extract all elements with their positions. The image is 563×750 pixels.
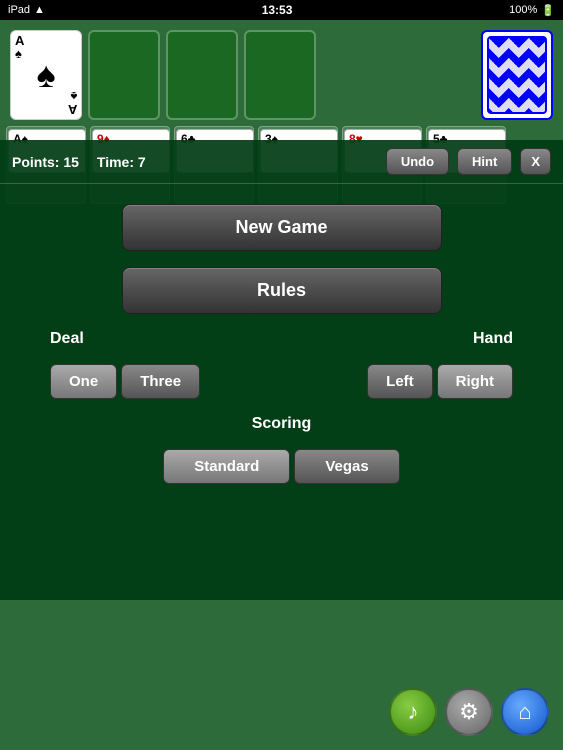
device-label: iPad bbox=[8, 4, 30, 16]
deck-card[interactable] bbox=[481, 30, 553, 120]
overlay-panel: Points: 15 Time: 7 Undo Hint X New Game … bbox=[0, 140, 563, 600]
three-button[interactable]: Three bbox=[121, 364, 200, 399]
status-time: 13:53 bbox=[262, 3, 293, 17]
new-game-button[interactable]: New Game bbox=[122, 204, 442, 251]
left-right-group: Left Right bbox=[367, 364, 513, 399]
right-button[interactable]: Right bbox=[437, 364, 513, 399]
status-bar: iPad ▲ 13:53 100% 🔋 bbox=[0, 0, 563, 20]
joker-inner bbox=[487, 36, 547, 114]
rules-button[interactable]: Rules bbox=[122, 267, 442, 314]
standard-button[interactable]: Standard bbox=[163, 449, 290, 484]
music-icon: ♪ bbox=[408, 699, 419, 725]
one-button[interactable]: One bbox=[50, 364, 117, 399]
undo-button[interactable]: Undo bbox=[386, 148, 449, 175]
time-display: Time: 7 bbox=[97, 154, 378, 170]
deal-hand-group: Hand bbox=[389, 330, 513, 348]
settings-button[interactable]: ⚙ bbox=[445, 688, 493, 736]
deal-label: Deal bbox=[50, 330, 84, 348]
top-row: A♠ ♠ A♠ bbox=[0, 20, 563, 126]
home-icon: ⌂ bbox=[518, 699, 531, 725]
card-bottom-right-0: A♠ bbox=[68, 90, 77, 116]
battery-label: 100% bbox=[509, 4, 537, 16]
one-three-group: One Three bbox=[50, 364, 200, 399]
foundation-3[interactable] bbox=[244, 30, 316, 120]
points-display: Points: 15 bbox=[12, 154, 79, 170]
wrench-icon: ⚙ bbox=[459, 699, 479, 725]
left-button[interactable]: Left bbox=[367, 364, 433, 399]
foundation-2[interactable] bbox=[166, 30, 238, 120]
status-left: iPad ▲ bbox=[8, 4, 45, 16]
battery-icon: 🔋 bbox=[541, 4, 555, 17]
foundation-1[interactable] bbox=[88, 30, 160, 120]
deal-options-row: One Three Left Right bbox=[40, 364, 523, 399]
home-button[interactable]: ⌂ bbox=[501, 688, 549, 736]
close-button[interactable]: X bbox=[520, 148, 551, 175]
scoring-group: Standard Vegas bbox=[163, 449, 399, 484]
game-area: A♠ ♠ A♠ A♠ 9♦ 6♣ 3♠ 8♥ 5♣ bbox=[0, 20, 563, 750]
card-suit-0: ♠ bbox=[36, 54, 55, 96]
menu-content: New Game Rules Deal Hand One Three Left bbox=[0, 184, 563, 504]
bottom-buttons: ♪ ⚙ ⌂ bbox=[389, 688, 549, 736]
overlay-bar: Points: 15 Time: 7 Undo Hint X bbox=[0, 140, 563, 184]
scoring-label: Scoring bbox=[252, 415, 312, 433]
card-top-left-0: A♠ bbox=[15, 34, 24, 60]
wifi-icon: ▲ bbox=[34, 4, 45, 16]
deal-hand-row: Deal Hand bbox=[40, 330, 523, 348]
hint-button[interactable]: Hint bbox=[457, 148, 512, 175]
vegas-button[interactable]: Vegas bbox=[294, 449, 399, 484]
foundation-0[interactable]: A♠ ♠ A♠ bbox=[10, 30, 82, 120]
status-right: 100% 🔋 bbox=[509, 4, 555, 17]
hand-label: Hand bbox=[473, 330, 513, 348]
music-button[interactable]: ♪ bbox=[389, 688, 437, 736]
